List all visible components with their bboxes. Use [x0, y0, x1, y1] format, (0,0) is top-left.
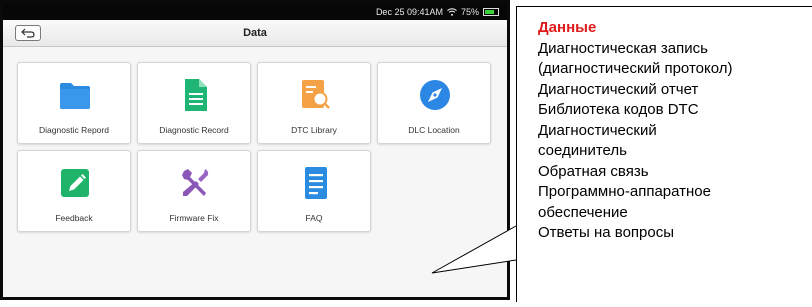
status-bar: Dec 25 09:41AM 75%: [3, 3, 507, 20]
tile-label: DTC Library: [291, 125, 337, 135]
tile-dlc-location[interactable]: DLC Location: [377, 62, 491, 144]
tile-label: Feedback: [55, 213, 93, 223]
title-bar: Data: [3, 20, 507, 47]
callout-line: Программно-аппаратное: [538, 183, 711, 200]
callout-line: Диагностический отчет: [538, 80, 699, 98]
tile-diagnostic-record[interactable]: Diagnostic Record: [137, 62, 251, 144]
library-search-icon: [302, 80, 330, 109]
compass-icon: [420, 80, 450, 110]
callout-line: Диагностическая запись: [538, 39, 708, 57]
callout-line: Диагностический: [538, 121, 657, 139]
edit-icon: [61, 169, 89, 197]
tile-feedback[interactable]: Feedback: [17, 150, 131, 232]
callout-title: Данные: [538, 19, 597, 36]
tile-label: Diagnostic Repord: [39, 125, 109, 135]
back-arrow-icon: [21, 28, 35, 38]
callout-line: Обратная связь: [538, 162, 649, 180]
page-title: Data: [243, 27, 267, 39]
tile-label: DLC Location: [408, 125, 460, 135]
tile-diagnostic-repord[interactable]: Diagnostic Repord: [17, 62, 131, 144]
tile-label: FAQ: [305, 213, 323, 223]
battery-percent: 75%: [460, 6, 479, 17]
battery-icon: [483, 7, 499, 16]
tablet-screen: Dec 25 09:41AM 75% Data Diagnostic Repor…: [0, 0, 510, 300]
callout-line: обеспечение: [538, 203, 628, 221]
faq-document-icon: [305, 167, 327, 199]
tile-dtc-library[interactable]: DTC Library: [257, 62, 371, 144]
callout-line: Библиотека кодов DTC: [538, 101, 699, 118]
document-icon: [185, 79, 207, 111]
tile-label: Firmware Fix: [169, 213, 219, 223]
callout-line: соединитель: [538, 142, 627, 159]
callout-line: (диагностический протокол): [538, 60, 733, 77]
tile-label: Diagnostic Record: [159, 125, 229, 135]
folder-icon: [60, 83, 90, 109]
back-button[interactable]: [15, 25, 41, 41]
tile-faq[interactable]: FAQ: [257, 150, 371, 232]
callout-line: Ответы на вопросы: [538, 224, 675, 241]
tools-icon: [182, 169, 209, 196]
callout-text: Данные Диагностическая запись (диагности…: [538, 18, 808, 244]
wifi-icon: [447, 7, 457, 16]
status-time: Dec 25 09:41AM: [375, 6, 443, 17]
tile-firmware-fix[interactable]: Firmware Fix: [137, 150, 251, 232]
